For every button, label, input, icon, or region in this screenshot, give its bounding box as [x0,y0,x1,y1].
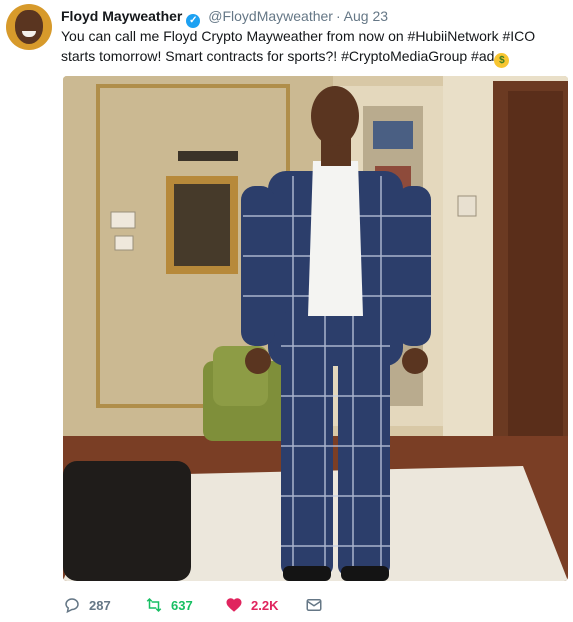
direct-message-button[interactable] [305,592,323,618]
author-avatar[interactable] [6,4,52,50]
heart-icon [226,598,242,612]
tweet-text-part: You can call me Floyd Crypto Mayweather … [61,28,408,44]
photo-illustration [63,76,568,581]
hashtag-ad[interactable]: #ad [471,48,494,64]
direct-message-icon [306,599,322,611]
tweet-header: Floyd Mayweather ✓ @FloydMayweather · Aug 2… [61,6,565,28]
tweet-text-part: starts tomorrow! Smart contracts for spo… [61,48,342,64]
money-mouth-face-icon: $ [494,53,510,68]
retweet-icon [146,597,162,613]
like-button[interactable]: 2.2K [225,592,278,618]
reply-count: 287 [89,597,111,613]
hashtag-hubiinetwork[interactable]: #HubiiNetwork [408,28,499,44]
reply-icon [65,598,79,614]
tweet-actions: 287 637 2.2K [63,592,463,618]
retweet-button[interactable]: 637 [145,592,193,618]
tweet-date[interactable]: Aug 23 [344,8,388,24]
header-separator: · [335,8,341,24]
retweet-count: 637 [171,597,193,613]
avatar-face [15,10,43,44]
tweet-photo[interactable] [63,76,568,581]
like-count: 2.2K [251,597,279,613]
author-handle[interactable]: @FloydMayweather [208,8,333,24]
reply-button[interactable]: 287 [63,592,111,618]
tweet-text: You can call me Floyd Crypto Mayweather … [61,26,561,68]
hashtag-ico[interactable]: #ICO [502,28,535,44]
author-name[interactable]: Floyd Mayweather [61,8,182,24]
hashtag-cryptomediagroup[interactable]: #CryptoMediaGroup [341,48,467,64]
